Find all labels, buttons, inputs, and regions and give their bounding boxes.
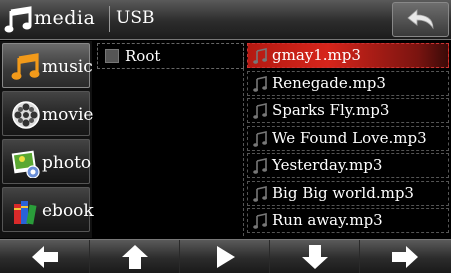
header-divider: [109, 6, 110, 32]
file-item[interactable]: Yesterday.mp3: [247, 153, 449, 178]
sidebar-item-label: movie: [42, 105, 94, 125]
music-note-icon: [11, 53, 40, 80]
up-button[interactable]: [90, 240, 180, 273]
arrow-right-icon: [392, 246, 418, 268]
bottom-navigation: [0, 239, 451, 273]
sidebar-item-music[interactable]: music: [2, 43, 93, 88]
file-item[interactable]: Renegade.mp3: [247, 71, 449, 96]
sidebar-item-label: photo: [42, 153, 92, 173]
film-reel-icon: [12, 101, 40, 129]
file-item[interactable]: gmay1.mp3: [247, 43, 449, 68]
back-button[interactable]: [392, 2, 449, 37]
folder-label: Root: [125, 47, 161, 65]
browser-panel: Root gmay1.mp3 Renegade.mp3 Sparks Fly.mp3…: [95, 41, 451, 238]
file-name: gmay1.mp3: [272, 46, 361, 64]
music-note-icon: [4, 6, 32, 33]
file-item[interactable]: Sparks Fly.mp3: [247, 98, 449, 123]
app-name: media: [34, 7, 96, 29]
category-sidebar: music movie photo ebook: [0, 41, 94, 238]
sidebar-item-photo[interactable]: photo: [2, 139, 92, 184]
music-file-icon: [253, 213, 267, 229]
file-item[interactable]: Run away.mp3: [247, 208, 449, 233]
music-file-icon: [253, 48, 267, 64]
photo-icon: [11, 150, 40, 178]
sidebar-item-label: music: [42, 57, 93, 77]
file-name: Yesterday.mp3: [272, 156, 383, 174]
music-file-icon: [253, 158, 267, 174]
left-button[interactable]: [0, 240, 90, 273]
play-button[interactable]: [180, 240, 270, 273]
arrow-left-icon: [32, 246, 58, 268]
sidebar-item-movie[interactable]: movie: [2, 91, 94, 136]
down-button[interactable]: [270, 240, 360, 273]
file-name: We Found Love.mp3: [272, 129, 427, 147]
sidebar-item-ebook[interactable]: ebook: [2, 187, 94, 232]
file-name: Sparks Fly.mp3: [272, 101, 390, 119]
return-arrow-icon: [407, 9, 434, 30]
music-file-icon: [253, 186, 267, 202]
music-file-icon: [253, 103, 267, 119]
arrow-up-icon: [122, 245, 148, 269]
books-icon: [14, 201, 37, 225]
file-list: gmay1.mp3 Renegade.mp3 Sparks Fly.mp3 We Fo…: [247, 43, 449, 236]
file-item[interactable]: We Found Love.mp3: [247, 126, 449, 151]
right-button[interactable]: [360, 240, 451, 273]
music-file-icon: [253, 131, 267, 147]
arrow-down-icon: [302, 245, 328, 269]
folder-list: Root: [97, 43, 244, 236]
file-name: Run away.mp3: [272, 211, 383, 229]
folder-item-root[interactable]: Root: [97, 43, 244, 69]
file-item[interactable]: Big Big world.mp3: [247, 181, 449, 206]
source-label: USB: [116, 8, 155, 28]
file-name: Renegade.mp3: [272, 74, 386, 92]
folder-icon: [105, 49, 119, 63]
file-name: Big Big world.mp3: [272, 184, 414, 202]
sidebar-item-label: ebook: [42, 201, 94, 221]
play-icon: [217, 246, 235, 268]
music-file-icon: [253, 76, 267, 92]
top-bar: media USB: [0, 0, 451, 40]
